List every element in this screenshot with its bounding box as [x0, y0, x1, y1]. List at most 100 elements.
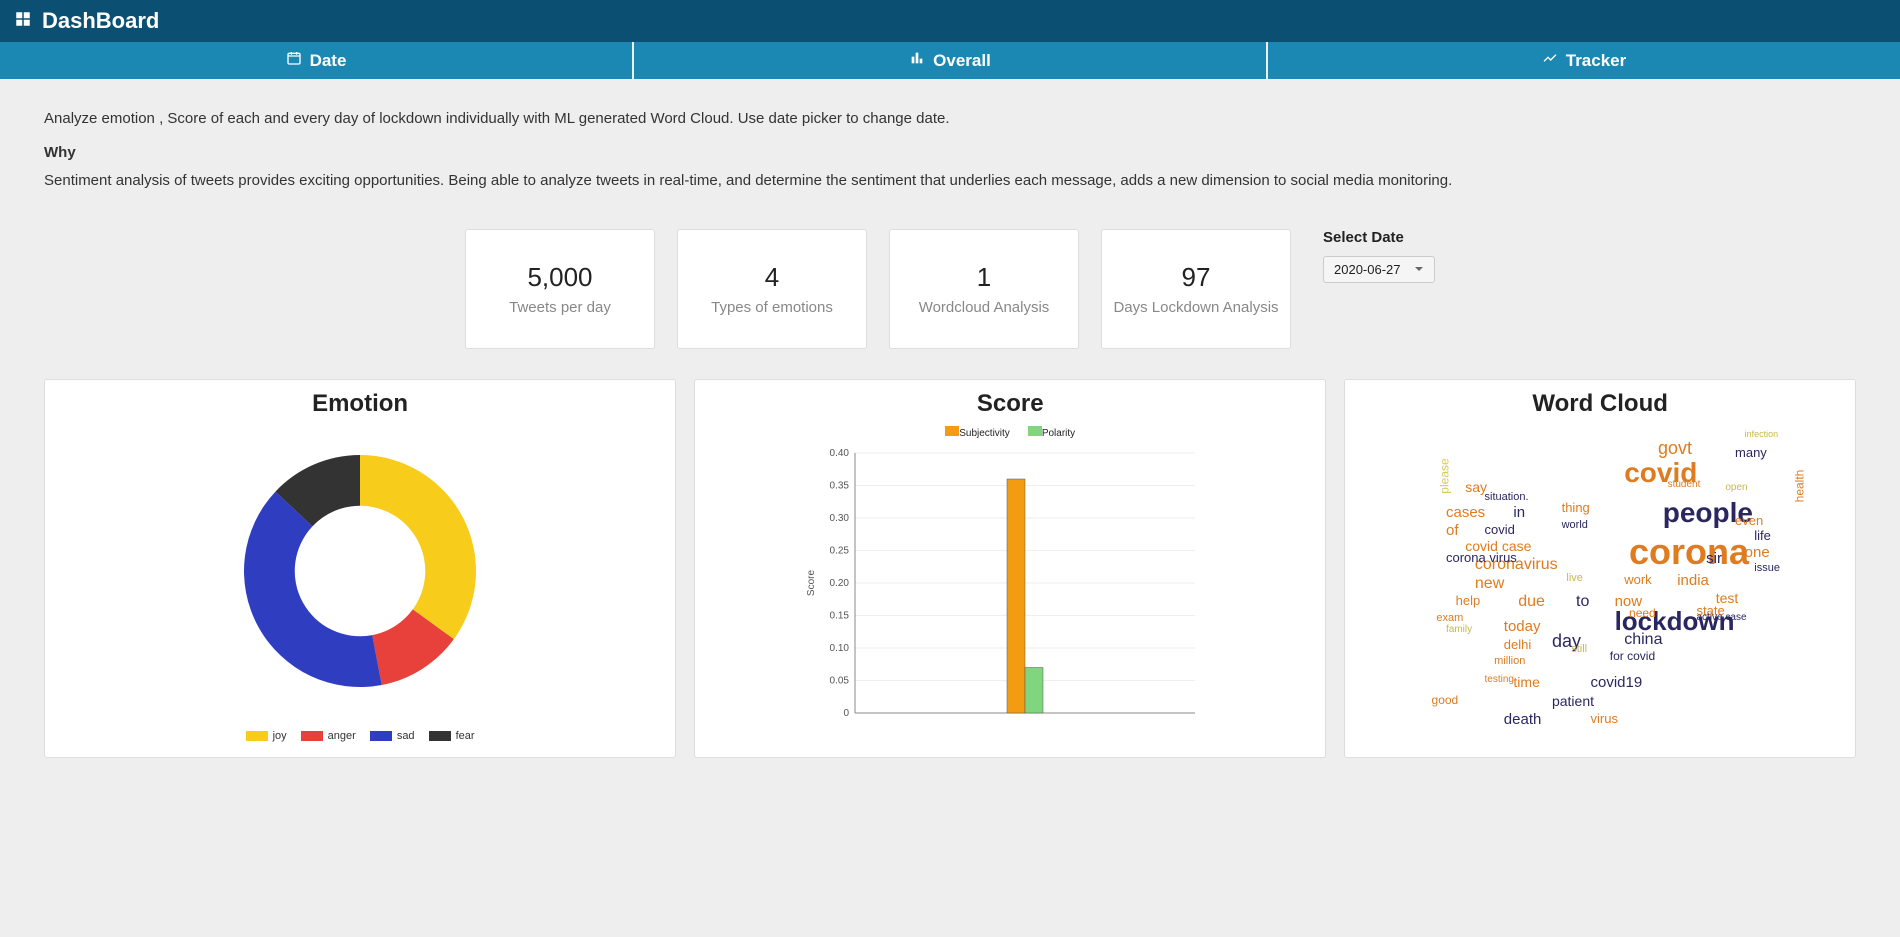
- stat-value: 5,000: [527, 262, 592, 293]
- tab-bar: Date Overall Tracker: [0, 42, 1900, 79]
- stat-card: 4 Types of emotions: [677, 229, 867, 349]
- stat-label: Types of emotions: [711, 299, 833, 316]
- wordcloud-word: active case: [1696, 612, 1746, 623]
- chart-title: Word Cloud: [1532, 390, 1668, 418]
- score-chart-card: Score SubjectivityPolarity 0 0.05 0.10 0.15…: [694, 379, 1326, 758]
- wordcloud-word: sir: [1706, 550, 1722, 567]
- tab-overall[interactable]: Overall: [634, 42, 1266, 79]
- date-picker-label: Select Date: [1323, 229, 1435, 246]
- chevron-down-icon: [1414, 262, 1424, 277]
- wordcloud-word: corona: [1629, 531, 1749, 573]
- wordcloud-word: life: [1754, 528, 1771, 543]
- wordcloud-word: student: [1668, 479, 1701, 490]
- stat-value: 4: [765, 262, 779, 293]
- wordcloud-word: covid: [1485, 522, 1515, 537]
- wordcloud: coronapeoplecovidlockdowngovtcoronavirus…: [1359, 426, 1841, 736]
- wordcloud-word: help: [1456, 593, 1481, 608]
- tab-tracker[interactable]: Tracker: [1268, 42, 1900, 79]
- wordcloud-word: virus: [1591, 711, 1618, 726]
- wordcloud-word: for covid: [1610, 649, 1655, 663]
- wordcloud-word: good: [1432, 693, 1459, 707]
- bar-chart-icon: [909, 50, 925, 71]
- wordcloud-word: corona virus: [1446, 550, 1517, 565]
- wordcloud-word: thing: [1562, 500, 1590, 515]
- svg-text:Score: Score: [806, 570, 817, 597]
- svg-text:0.05: 0.05: [830, 676, 850, 687]
- chart-title: Emotion: [312, 390, 408, 418]
- wordcloud-word: india: [1677, 572, 1709, 589]
- charts-row: Emotion joyangersadfear Score Subjectivi…: [44, 379, 1856, 758]
- wordcloud-word: need: [1629, 606, 1656, 620]
- intro-text: Analyze emotion , Score of each and ever…: [44, 107, 1856, 131]
- wordcloud-word: please: [1437, 459, 1451, 494]
- svg-text:0.35: 0.35: [830, 481, 850, 492]
- wordcloud-word: open: [1725, 482, 1747, 493]
- svg-text:0: 0: [844, 708, 850, 719]
- wordcloud-word: death: [1504, 711, 1542, 728]
- app-header: DashBoard: [0, 0, 1900, 42]
- page-content: Analyze emotion , Score of each and ever…: [0, 79, 1900, 786]
- svg-text:0.20: 0.20: [830, 578, 850, 589]
- stat-card: 97 Days Lockdown Analysis: [1101, 229, 1291, 349]
- score-bar-chart: 0 0.05 0.10 0.15 0.20 0.25 0.30 0.35 0.40 Score: [800, 443, 1220, 743]
- trend-icon: [1542, 50, 1558, 71]
- chart-title: Score: [977, 390, 1044, 418]
- wordcloud-word: issue: [1754, 562, 1780, 574]
- wordcloud-word: infection: [1745, 429, 1779, 439]
- svg-text:0.40: 0.40: [830, 448, 850, 459]
- wordcloud-word: family: [1446, 624, 1472, 635]
- why-text: Sentiment analysis of tweets provides ex…: [44, 169, 1856, 193]
- emotion-donut-chart: [200, 426, 520, 726]
- wordcloud-word: million: [1494, 655, 1525, 667]
- score-legend: SubjectivityPolarity: [945, 426, 1075, 439]
- wordcloud-word: world: [1562, 519, 1588, 531]
- wordcloud-word: due: [1518, 593, 1545, 611]
- wordcloud-word: delhi: [1504, 637, 1531, 652]
- app-title: DashBoard: [42, 8, 159, 34]
- tab-label: Date: [310, 51, 347, 71]
- date-picker[interactable]: 2020-06-27: [1323, 256, 1435, 283]
- wordcloud-word: china: [1624, 631, 1662, 649]
- wordcloud-word: one: [1745, 544, 1770, 561]
- wordcloud-word: covid19: [1591, 674, 1643, 691]
- stat-card: 5,000 Tweets per day: [465, 229, 655, 349]
- tab-label: Overall: [933, 51, 991, 71]
- wordcloud-word: health: [1793, 469, 1807, 502]
- wordcloud-word: patient: [1552, 693, 1594, 709]
- wordcloud-word: even: [1735, 513, 1763, 528]
- svg-text:0.15: 0.15: [830, 611, 850, 622]
- svg-text:0.25: 0.25: [830, 546, 850, 557]
- stat-card: 1 Wordcloud Analysis: [889, 229, 1079, 349]
- wordcloud-word: situation.: [1485, 491, 1529, 503]
- wordcloud-word: many: [1735, 445, 1767, 460]
- date-picker-value: 2020-06-27: [1334, 262, 1401, 277]
- tab-date[interactable]: Date: [0, 42, 632, 79]
- svg-text:0.10: 0.10: [830, 643, 850, 654]
- stat-value: 97: [1182, 262, 1211, 293]
- stat-label: Wordcloud Analysis: [919, 299, 1050, 316]
- wordcloud-word: of: [1446, 522, 1459, 539]
- wordcloud-word: testing: [1485, 674, 1514, 685]
- wordcloud-word: in: [1513, 504, 1525, 521]
- stat-label: Tweets per day: [509, 299, 611, 316]
- tab-label: Tracker: [1566, 51, 1627, 71]
- wordcloud-word: govt: [1658, 438, 1692, 459]
- wordcloud-word: new: [1475, 575, 1504, 593]
- stat-value: 1: [977, 262, 991, 293]
- wordcloud-word: live: [1566, 572, 1583, 584]
- wordcloud-word: exam: [1436, 612, 1463, 624]
- wordcloud-card: Word Cloud coronapeoplecovidlockdowngovt…: [1344, 379, 1856, 758]
- why-heading: Why: [44, 141, 1856, 165]
- wordcloud-word: today: [1504, 618, 1541, 635]
- svg-text:0.30: 0.30: [830, 513, 850, 524]
- wordcloud-word: work: [1624, 572, 1651, 587]
- stats-row: 5,000 Tweets per day 4 Types of emotions…: [44, 229, 1856, 349]
- wordcloud-word: to: [1576, 593, 1589, 611]
- emotion-legend: joyangersadfear: [246, 730, 475, 742]
- dashboard-icon: [14, 10, 32, 33]
- stat-label: Days Lockdown Analysis: [1113, 299, 1278, 316]
- date-picker-section: Select Date 2020-06-27: [1323, 229, 1435, 283]
- wordcloud-word: cases: [1446, 504, 1485, 521]
- calendar-icon: [286, 50, 302, 71]
- wordcloud-word: still: [1571, 643, 1587, 655]
